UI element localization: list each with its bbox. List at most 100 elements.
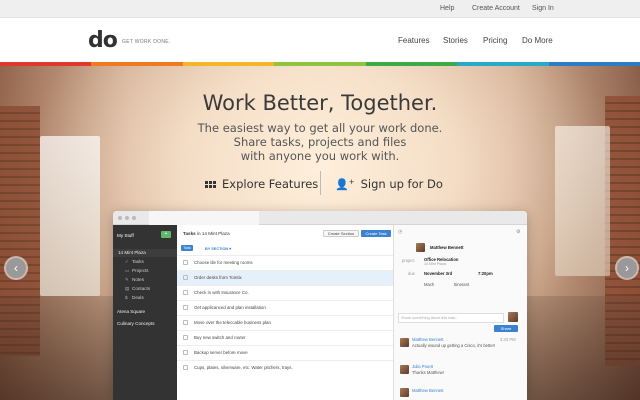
comment-author: Matthew Bennett — [412, 337, 444, 342]
task-list-title: Tasks in 14 Mint Plaza — [183, 231, 230, 236]
task-checkbox — [183, 275, 188, 280]
sidebar-group: Atena Square — [117, 309, 146, 314]
due-time: 7:20pm — [478, 271, 493, 276]
sidebar-item-projects: ▭ Projects — [125, 267, 149, 275]
comment-author: Julia Pruett — [412, 364, 433, 369]
task-checkbox — [183, 305, 188, 310]
sign-up-label: Sign up for Do — [360, 177, 443, 191]
comment-text: Thanks Matthew! — [412, 370, 444, 375]
nav-pricing[interactable]: Pricing — [483, 36, 507, 45]
user-avatar — [508, 312, 518, 322]
comment-time: 3:43 PM — [500, 337, 516, 342]
hero-subtitle: The easiest way to get all your work don… — [0, 121, 640, 163]
sign-in-link[interactable]: Sign In — [532, 5, 554, 12]
create-account-link[interactable]: Create Account — [472, 5, 520, 12]
task-row: Backup server before move — [177, 345, 393, 360]
comment-input: Share something about this task... — [398, 313, 504, 323]
check-icon: ✓ — [125, 259, 129, 264]
task-checkbox — [183, 365, 188, 370]
task-row: Move over the teleccable business plan — [177, 315, 393, 330]
due-date: November 3rd — [424, 271, 453, 276]
contacts-icon: ▤ — [125, 286, 130, 291]
sign-up-button[interactable]: 👤+ Sign up for Do — [335, 176, 443, 192]
task-row: Cups, plates, silverware, etc. Water pit… — [177, 360, 393, 375]
sidebar-item-contacts: ▤ Contacts — [125, 285, 150, 293]
app-window-chrome — [113, 211, 527, 225]
app-tab — [149, 211, 259, 225]
project-label: project — [402, 258, 415, 263]
task-row: Order desks from Tomtix — [177, 270, 393, 285]
prev-slide-arrow-icon[interactable]: ‹ — [6, 258, 26, 278]
task-list-title-rest: in 14 Mint Plaza — [195, 231, 230, 236]
explore-features-button[interactable]: Explore Features — [205, 176, 318, 192]
deals-icon: $ — [125, 295, 128, 300]
clock-icon: ◷ — [398, 229, 403, 235]
nav-stories[interactable]: Stories — [443, 36, 468, 45]
task-list-title-bold: Tasks — [183, 231, 196, 236]
assignee-avatar — [416, 243, 425, 252]
explore-features-label: Explore Features — [222, 177, 319, 191]
sidebar-add-button: + — [161, 231, 171, 238]
by-section-dropdown: BY SECTION ▾ — [205, 247, 232, 251]
task-row: Get applicanced and plan installation — [177, 300, 393, 315]
logo[interactable]: do — [88, 28, 118, 53]
grid-icon — [205, 180, 216, 188]
next-slide-arrow-icon[interactable]: › — [617, 258, 637, 278]
task-checkbox — [183, 350, 188, 355]
app-screenshot: My Stuff + 14 Mint Plaza ✓ Tasks ▭ Project… — [113, 211, 527, 400]
app-sidebar: My Stuff + 14 Mint Plaza ✓ Tasks ▭ Project… — [113, 225, 177, 400]
task-checkbox — [183, 335, 188, 340]
app-task-list: Tasks in 14 Mint Plaza Create Section Cr… — [177, 225, 393, 400]
main-nav: do GET WORK DONE. Features Stories Prici… — [0, 18, 640, 62]
task-text: Move over the teleccable business plan — [194, 320, 271, 325]
sidebar-item-label: Notes — [132, 277, 145, 282]
task-text: Buy new switch and router — [194, 335, 246, 340]
tag: Mach — [424, 282, 435, 287]
hero: Work Better, Together. The easiest way t… — [0, 66, 640, 400]
comment-text: Actually wound up getting a Cisco, it's … — [412, 343, 496, 348]
todo-filter: Todo — [181, 245, 193, 251]
task-checkbox — [183, 260, 188, 265]
sidebar-item-label: Projects — [132, 268, 149, 273]
help-link[interactable]: Help — [440, 5, 454, 12]
task-text: Check in with Insurance Co. — [194, 290, 249, 295]
create-task-button: Create Task — [361, 230, 391, 237]
sidebar-item-label: Deals — [132, 295, 144, 300]
utility-bar: Help Create Account Sign In — [0, 0, 640, 18]
tag: Itinerant — [454, 282, 470, 287]
task-text: Get applicanced and plan installation — [194, 305, 266, 310]
hero-subtitle-line: with anyone you work with. — [240, 149, 400, 163]
hero-subtitle-line: The easiest way to get all your work don… — [197, 121, 443, 135]
cta-divider — [320, 171, 321, 195]
nav-features[interactable]: Features — [398, 36, 430, 45]
task-text: Backup server before move — [194, 350, 248, 355]
sidebar-project: 14 Mint Plaza — [113, 249, 177, 257]
hero-subtitle-line: Share tasks, projects and files — [233, 135, 407, 149]
task-text: Choose tile for meeting rooms — [194, 260, 253, 265]
task-checkbox — [183, 290, 188, 295]
sidebar-item-tasks: ✓ Tasks — [125, 258, 144, 266]
share-button: Share — [494, 325, 518, 332]
window-dot — [132, 216, 136, 220]
commenter-avatar — [400, 365, 409, 374]
task-row: Check in with Insurance Co. — [177, 285, 393, 300]
commenter-avatar — [400, 338, 409, 347]
comment-author: Matthew Bennett — [412, 388, 444, 393]
project-sub: 14 Mint Plaza — [424, 262, 446, 266]
pencil-icon: ✎ — [125, 277, 129, 282]
window-dot — [118, 216, 122, 220]
commenter-avatar — [400, 388, 409, 397]
assignee-name: Matthew Bennett — [430, 245, 464, 250]
sidebar-item-label: Tasks — [132, 259, 144, 264]
sidebar-heading: My Stuff — [117, 233, 134, 238]
nav-do-more[interactable]: Do More — [522, 36, 553, 45]
window-dot — [125, 216, 129, 220]
due-label: due — [408, 271, 415, 276]
sidebar-item-deals: $ Deals — [125, 294, 144, 302]
sidebar-item-notes: ✎ Notes — [125, 276, 144, 284]
task-checkbox — [183, 320, 188, 325]
app-task-detail: ◷ ⚙ Matthew Bennett project Office Reloc… — [393, 225, 527, 400]
tagline: GET WORK DONE. — [122, 39, 171, 45]
sidebar-group: Culinary Concepts — [117, 321, 155, 326]
add-user-icon: 👤+ — [335, 177, 355, 191]
